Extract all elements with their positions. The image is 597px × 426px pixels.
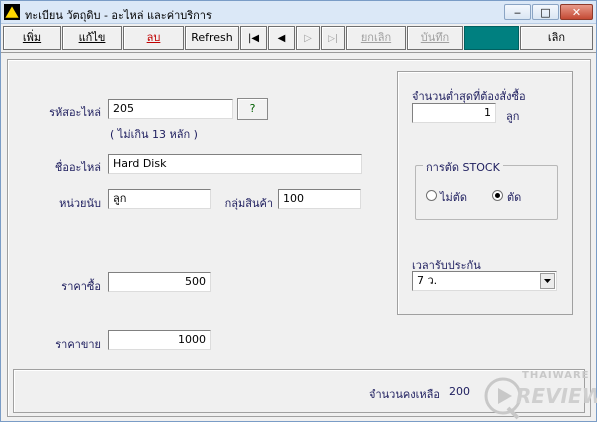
teal-blank-button[interactable] [464, 26, 519, 50]
window-title: ทะเบียน วัตถุดิบ - อะไหล่ และค่าบริการ [25, 9, 212, 22]
product-group-label: กลุ่มสินค้า [224, 197, 273, 210]
close-button[interactable]: ✕ [560, 4, 593, 20]
exit-button[interactable]: เลิก [520, 26, 593, 50]
sell-price-label: ราคาขาย [55, 338, 101, 351]
min-order-input[interactable]: 1 [412, 103, 496, 123]
radio-selected-dot [495, 193, 500, 198]
cancel-button[interactable]: ยกเลิก [346, 26, 406, 50]
warranty-selected-value: 7 ว. [417, 274, 438, 287]
toolbar: เพิ่ม แก้ไข ลบ Refresh |◀ ◀ ▷ ▷| ยกเลิก … [1, 24, 596, 53]
app-warning-icon [4, 4, 20, 20]
title-bar[interactable]: ทะเบียน วัตถุดิบ - อะไหล่ และค่าบริการ ‒… [1, 1, 596, 24]
stock-no-cut-label[interactable]: ไม่ตัด [440, 188, 467, 206]
stock-cut-radio[interactable] [492, 190, 503, 201]
minimize-icon: ‒ [514, 5, 521, 19]
edit-button[interactable]: แก้ไข [62, 26, 122, 50]
maximize-icon: □ [540, 5, 551, 19]
warranty-select[interactable]: 7 ว. [412, 271, 557, 291]
application-window: ทะเบียน วัตถุดิบ - อะไหล่ และค่าบริการ ‒… [0, 0, 597, 422]
unit-input[interactable]: ลูก [108, 189, 211, 209]
maximize-button[interactable]: □ [532, 4, 559, 20]
remaining-label: จำนวนคงเหลือ [369, 388, 440, 401]
last-record-icon: ▷| [328, 34, 338, 44]
previous-record-button[interactable]: ◀ [268, 26, 295, 50]
sell-price-input[interactable]: 1000 [108, 330, 211, 350]
watermark-line1: THAIWARE [522, 370, 590, 381]
refresh-button[interactable]: Refresh [185, 26, 239, 50]
close-icon: ✕ [571, 5, 582, 19]
first-record-icon: |◀ [247, 33, 260, 44]
part-code-input[interactable]: 205 [108, 99, 233, 119]
add-button[interactable]: เพิ่ม [3, 26, 61, 50]
first-record-button[interactable]: |◀ [240, 26, 267, 50]
min-order-unit: ลูก [506, 110, 520, 123]
thaiware-review-watermark: THAIWARE REVIEW [476, 366, 597, 423]
next-record-button[interactable]: ▷ [296, 26, 320, 50]
unit-label: หน่วยนับ [59, 197, 101, 210]
last-record-button[interactable]: ▷| [321, 26, 345, 50]
buy-price-label: ราคาซื้อ [61, 280, 101, 293]
buy-price-input[interactable]: 500 [108, 272, 211, 292]
part-code-hint: ( ไม่เกิน 13 หลัก ) [110, 128, 198, 141]
save-button[interactable]: บันทึก [407, 26, 463, 50]
delete-button[interactable]: ลบ [123, 26, 184, 50]
dropdown-arrow-icon[interactable] [540, 273, 555, 289]
part-name-input[interactable]: Hard Disk [108, 154, 362, 174]
part-code-label: รหัสอะไหล่ [49, 106, 101, 119]
part-name-label: ชื่ออะไหล่ [54, 161, 101, 174]
remaining-value: 200 [449, 385, 470, 398]
previous-record-icon: ◀ [277, 33, 286, 44]
next-record-icon: ▷ [304, 33, 312, 44]
minimize-button[interactable]: ‒ [504, 4, 531, 20]
stock-cut-label[interactable]: ตัด [507, 188, 521, 206]
stock-no-cut-radio[interactable] [426, 190, 437, 201]
watermark-line2: REVIEW [516, 384, 597, 408]
stock-cut-title: การตัด STOCK [423, 158, 503, 176]
product-group-input[interactable]: 100 [278, 189, 361, 209]
part-code-lookup-button[interactable]: ? [237, 98, 268, 120]
